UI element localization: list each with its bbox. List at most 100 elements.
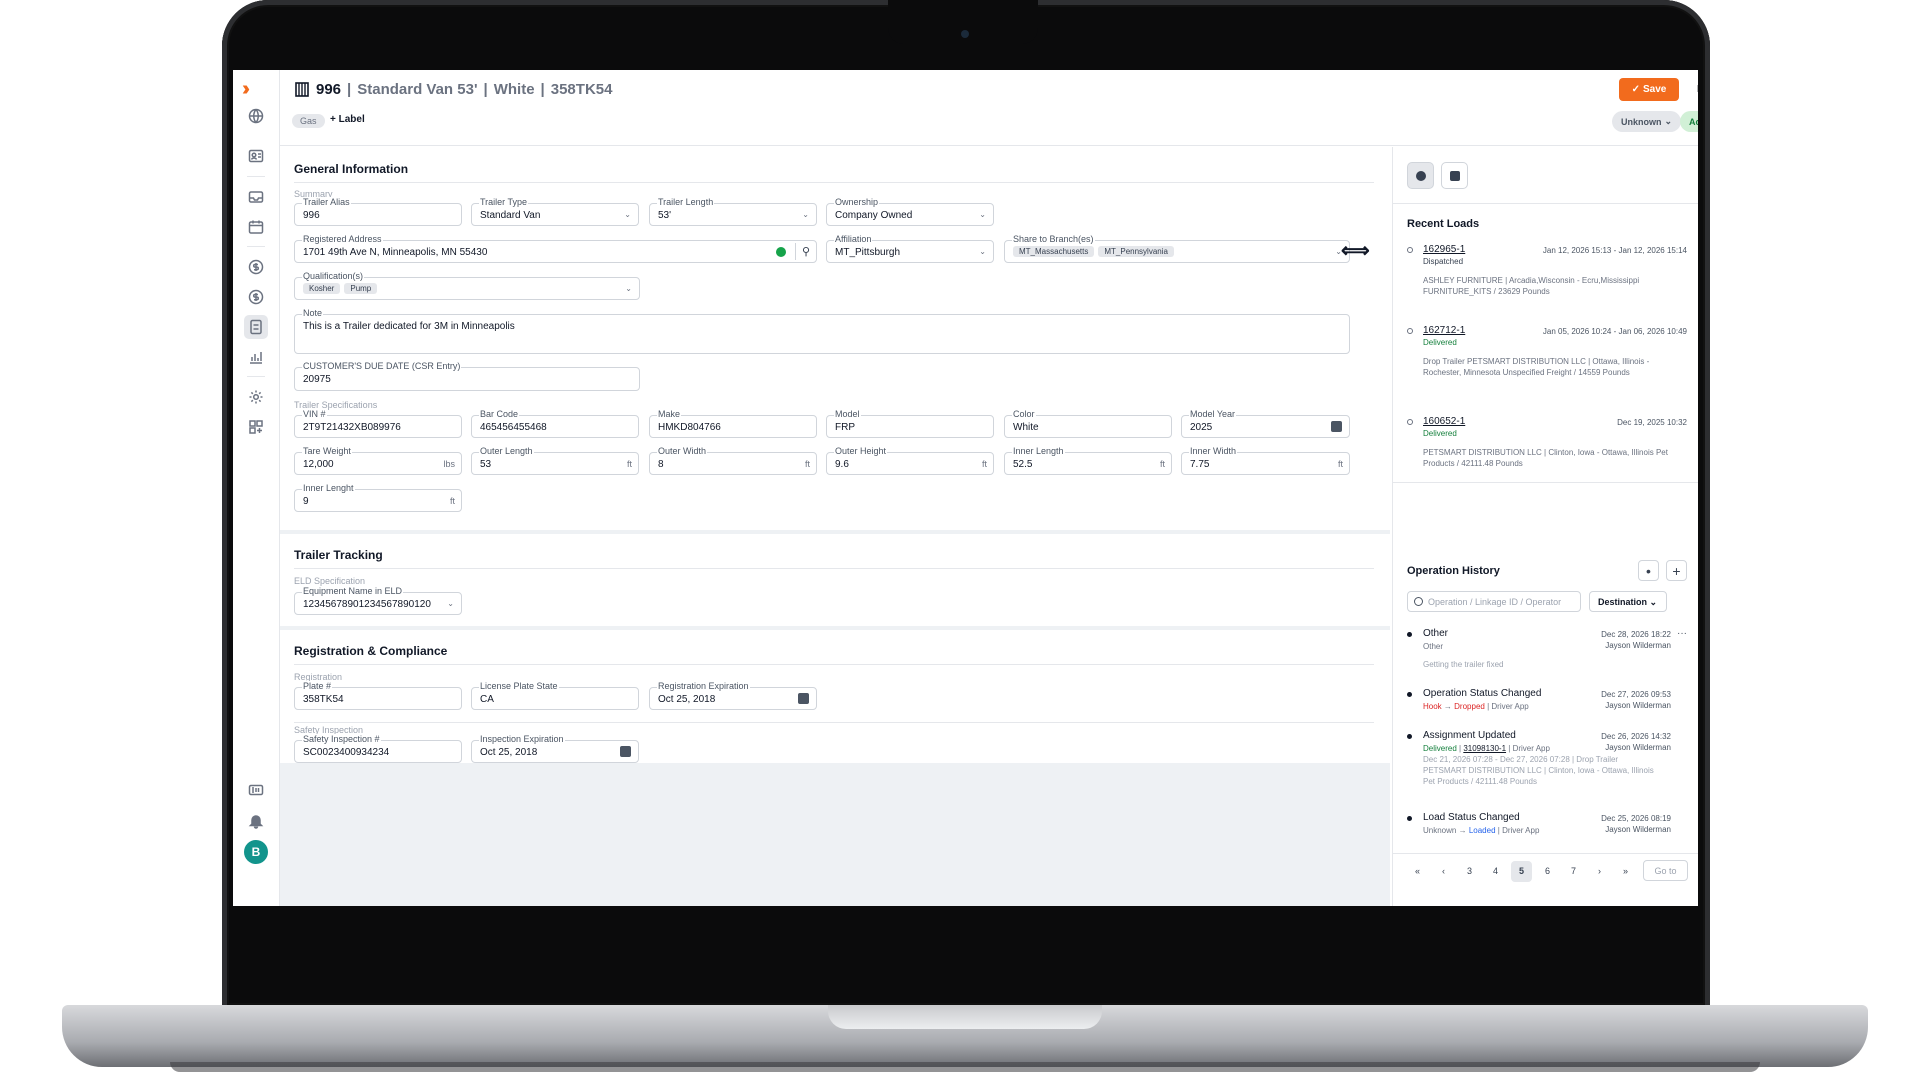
registration-expiration-picker[interactable]: Registration Expiration Oct 25, 2018 [649, 681, 817, 710]
tare-weight-field[interactable]: Tare Weight 12,000 lbs [294, 446, 462, 475]
inspection-expiration-picker[interactable]: Inspection Expiration Oct 25, 2018 [471, 734, 639, 763]
apps-icon[interactable] [244, 415, 268, 439]
operation-search-input[interactable]: Operation / Linkage ID / Operator [1407, 591, 1581, 612]
field-value: HMKD804766 [658, 422, 721, 433]
list-item[interactable]: Assignment Updated Dec 26, 2026 14:32 Jay… [1407, 730, 1687, 790]
location-pin-icon[interactable]: ⚲ [802, 245, 810, 258]
assignment-link[interactable]: 31098130-1 [1463, 744, 1506, 753]
add-label-button[interactable]: + Label [330, 114, 365, 125]
inner-width-field[interactable]: Inner Width 7.75 ft [1181, 446, 1350, 475]
inner-length-field[interactable]: Inner Length 52.5 ft [1004, 446, 1172, 475]
registered-address-field[interactable]: Registered Address 1701 49th Ave N, Minne… [294, 234, 817, 263]
tag-chip[interactable]: Gas [292, 114, 325, 128]
outer-width-field[interactable]: Outer Width 8 ft [649, 446, 817, 475]
page-3-button[interactable]: 3 [1459, 861, 1480, 882]
qualifications-select[interactable]: Qualification(s) Kosher Pump ⌄ [294, 271, 640, 300]
list-item[interactable]: 162712-1 Delivered Jan 05, 2026 10:24 - … [1407, 325, 1687, 397]
list-item[interactable]: 160652-1 Delivered Dec 19, 2025 10:32 PE… [1407, 416, 1687, 471]
make-field[interactable]: Make HMKD804766 [649, 409, 817, 438]
globe-icon[interactable] [244, 104, 268, 128]
map-tab-icon[interactable] [1407, 162, 1434, 189]
first-page-icon[interactable]: « [1407, 861, 1428, 882]
vin-field[interactable]: VIN # 2T9T21432XB089976 [294, 409, 462, 438]
prev-page-icon[interactable]: ‹ [1433, 861, 1454, 882]
save-button[interactable]: ✓ Save [1619, 78, 1679, 101]
list-item[interactable]: 162965-1 Dispatched Jan 12, 2026 15:13 -… [1407, 244, 1687, 304]
load-date: Jan 12, 2026 15:13 - Jan 12, 2026 15:14 [1542, 246, 1687, 255]
gear-icon[interactable] [244, 385, 268, 409]
brand-logo-icon[interactable]: ››› [242, 78, 270, 102]
page-4-button[interactable]: 4 [1485, 861, 1506, 882]
calendar-icon [620, 746, 631, 757]
billing-icon[interactable] [244, 255, 268, 279]
list-item[interactable]: Operation Status Changed Dec 27, 2026 09… [1407, 688, 1687, 718]
trailer-type-select[interactable]: Trailer Type Standard Van ⌄ [471, 197, 639, 226]
share-branches-select[interactable]: Share to Branch(es) MT_Massachusetts MT_Pe… [1004, 234, 1350, 263]
timeline-bullet-icon [1407, 632, 1412, 637]
model-year-picker[interactable]: Model Year 2025 [1181, 409, 1350, 438]
calendar-icon [1331, 421, 1342, 432]
page-7-button[interactable]: 7 [1563, 861, 1584, 882]
model-field[interactable]: Model FRP [826, 409, 994, 438]
bell-icon[interactable] [244, 809, 268, 833]
inbox-icon[interactable] [244, 185, 268, 209]
outer-length-field[interactable]: Outer Length 53 ft [471, 446, 639, 475]
add-operation-button[interactable]: + [1666, 560, 1687, 581]
list-item[interactable]: Other Dec 28, 2026 18:22 Jayson Wilderman… [1407, 628, 1687, 678]
more-options-icon[interactable]: ··· [1677, 628, 1687, 639]
contact-card-icon[interactable] [244, 144, 268, 168]
affiliation-select[interactable]: Affiliation MT_Pittsburgh ⌄ [826, 234, 994, 263]
load-status: Delivered [1423, 429, 1457, 438]
active-status-label: Active [1689, 116, 1698, 127]
license-plate-state-field[interactable]: License Plate State CA [471, 681, 639, 710]
settlement-icon[interactable] [244, 285, 268, 309]
chevron-down-icon: ⌄ [1664, 116, 1673, 126]
panel-divider [1393, 203, 1698, 204]
field-value: 9 [303, 496, 309, 507]
branch-chip[interactable]: MT_Massachusetts [1013, 246, 1095, 257]
list-item[interactable]: Load Status Changed Dec 25, 2026 08:19 Ja… [1407, 812, 1687, 842]
ownership-select[interactable]: Ownership Company Owned ⌄ [826, 197, 994, 226]
safety-inspection-number-field[interactable]: Safety Inspection # SC0023400934234 [294, 734, 462, 763]
branch-chip[interactable]: MT_Pennsylvania [1098, 246, 1174, 257]
active-status-dropdown[interactable]: Active⌄ [1680, 111, 1698, 132]
toggle-icon[interactable]: • [1638, 560, 1659, 581]
trailer-length-select[interactable]: Trailer Length 53' ⌄ [649, 197, 817, 226]
equipment-name-eld-select[interactable]: Equipment Name in ELD 1234567890123456789… [294, 586, 462, 615]
destination-filter-dropdown[interactable]: Destination ⌄ [1589, 591, 1667, 612]
camera-icon [961, 30, 969, 38]
calendar-icon[interactable] [244, 215, 268, 239]
page-5-button[interactable]: 5 [1511, 860, 1532, 882]
qualification-chip[interactable]: Kosher [303, 283, 341, 294]
next-page-icon[interactable]: › [1589, 861, 1610, 882]
field-value: Oct 25, 2018 [480, 747, 538, 758]
load-id-link[interactable]: 160652-1 [1423, 416, 1465, 427]
note-textarea[interactable]: Note This is a Trailer dedicated for 3M i… [294, 308, 1350, 354]
field-value: 1701 49th Ave N, Minneapolis, MN 55430 [303, 247, 488, 258]
color-field[interactable]: Color White [1004, 409, 1172, 438]
page-6-button[interactable]: 6 [1537, 861, 1558, 882]
go-to-page-input[interactable]: Go to [1643, 860, 1688, 881]
unknown-status-dropdown[interactable]: Unknown ⌄ [1612, 111, 1682, 132]
load-id-link[interactable]: 162965-1 [1423, 244, 1465, 255]
folder-tab-icon[interactable] [1441, 162, 1468, 189]
title-separator: | [483, 81, 488, 98]
avatar[interactable]: B [244, 840, 268, 864]
barcode-field[interactable]: Bar Code 465456455468 [471, 409, 639, 438]
assets-icon[interactable] [244, 315, 268, 339]
inner-lenght-field[interactable]: Inner Lenght 9 ft [294, 483, 462, 512]
last-page-icon[interactable]: » [1615, 861, 1636, 882]
qualification-chip[interactable]: Pump [344, 283, 378, 294]
timeline-bullet-icon [1407, 734, 1412, 739]
back-button[interactable]: Back [1690, 78, 1698, 101]
reports-icon[interactable] [244, 345, 268, 369]
timeline-dot-icon [1407, 328, 1413, 334]
panel-resize-handle[interactable]: ⟺ [1341, 238, 1370, 263]
customer-due-date-field[interactable]: CUSTOMER'S DUE DATE (CSR Entry) 20975 [294, 361, 640, 391]
edi-icon[interactable] [244, 778, 268, 802]
outer-height-field[interactable]: Outer Height 9.6 ft [826, 446, 994, 475]
plate-number-field[interactable]: Plate # 358TK54 [294, 681, 462, 710]
field-label: Qualification(s) [302, 271, 365, 281]
trailer-alias-field[interactable]: Trailer Alias 996 [294, 197, 462, 226]
load-id-link[interactable]: 162712-1 [1423, 325, 1465, 336]
